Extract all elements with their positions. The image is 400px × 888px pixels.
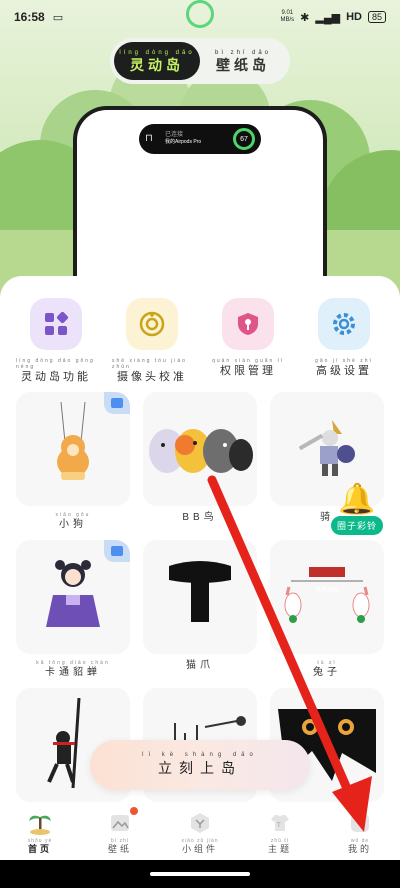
theme-artwork [145, 417, 255, 482]
status-time: 16:58 [14, 10, 45, 24]
island-subtitle: 我的Airpods Pro [165, 139, 202, 145]
theme-card[interactable] [16, 540, 130, 654]
home-indicator[interactable] [150, 872, 250, 876]
dynamic-island-preview: ⊓ 已连接 我的Airpods Pro 67 [139, 124, 261, 154]
video-badge-icon [104, 540, 130, 562]
apply-island-button[interactable]: lì kè shàng dǎo 立刻上岛 [90, 740, 310, 790]
mode-toggle: líng dòng dǎo 灵动岛 bì zhǐ dǎo 壁纸岛 [110, 38, 290, 84]
gear-icon [318, 298, 370, 350]
feature-label: 高级设置 [316, 365, 372, 377]
theme-card[interactable]: 恭喜发财 [270, 540, 384, 654]
feature-1[interactable]: shè xiàng tóu jiào zhǔn 摄像头校准 [112, 298, 192, 384]
tab-label: 主题 [267, 844, 292, 854]
theme-pinyin: xiǎo gǒu [55, 512, 91, 518]
feature-2[interactable]: quán xiàn guǎn lǐ 权限管理 [208, 298, 288, 384]
network-speed: 9.01 MB/s [280, 10, 294, 24]
feature-row: líng dòng dǎo gōng néng 灵动岛功能 shè xiàng tó… [0, 276, 400, 384]
tab-label: 首页 [27, 844, 52, 854]
theme-item[interactable]: 恭喜发财 tù zǐ 兔子 [270, 540, 384, 688]
feature-3[interactable]: gāo jí shè zhì 高级设置 [304, 298, 384, 384]
shirt-icon: T [265, 810, 295, 836]
palm-tree-icon [25, 810, 55, 836]
profile-icon [345, 810, 375, 836]
island-title: 已连接 [165, 132, 184, 138]
camera-cutout [186, 0, 214, 28]
tab-widget[interactable]: xiǎo zǔ jiàn 小组件 [165, 810, 235, 854]
tab-wallpaper-island[interactable]: bì zhǐ dǎo 壁纸岛 [200, 42, 286, 80]
feature-pinyin: líng dòng dǎo gōng néng [16, 358, 95, 370]
tab-pinyin: bì zhǐ dǎo [214, 50, 272, 56]
tab-label: 壁纸 [107, 844, 132, 854]
theme-item[interactable]: kǎ tōng diāo chán 卡通貂蝉 [16, 540, 130, 688]
widget-icon [185, 810, 215, 836]
theme-item[interactable]: BB鸟 [143, 392, 257, 540]
svg-text:T: T [277, 823, 281, 829]
airpods-icon: ⊓ [145, 133, 153, 144]
tab-label: 壁纸岛 [216, 57, 270, 73]
battery-ring: 67 [233, 128, 255, 150]
theme-artwork [38, 555, 108, 640]
theme-item[interactable]: xiǎo gǒu 小狗 [16, 392, 130, 540]
theme-pinyin: tù zǐ [317, 660, 337, 666]
theme-label: 兔子 [313, 667, 341, 678]
cta-label: 立刻上岛 [158, 760, 242, 776]
feature-label: 灵动岛功能 [21, 371, 91, 383]
grid-icon [30, 298, 82, 350]
theme-card[interactable] [143, 540, 257, 654]
theme-card[interactable] [16, 392, 130, 506]
theme-artwork [292, 412, 362, 487]
network-type: HD [346, 11, 362, 23]
tab-label: 小组件 [181, 844, 218, 854]
theme-artwork [277, 565, 377, 630]
tab-dynamic-island[interactable]: líng dòng dǎo 灵动岛 [114, 42, 200, 80]
bottom-tab-bar: shǒu yè 首页 bì zhǐ 壁纸 xiǎo zǔ jiàn 小组件 Tzhǔ tí 主… [0, 804, 400, 860]
feature-label: 权限管理 [220, 365, 276, 377]
notification-dot [130, 807, 138, 815]
tab-pinyin: líng dòng dǎo [119, 50, 195, 56]
bluetooth-icon: ✱ [300, 11, 310, 24]
camera-target-icon [126, 298, 178, 350]
feature-0[interactable]: líng dòng dǎo gōng néng 灵动岛功能 [16, 298, 96, 384]
ringtone-float-button[interactable]: 🔔 圈子彩铃 [326, 480, 388, 546]
theme-card[interactable] [143, 392, 257, 506]
tab-profile[interactable]: wǒ de 我的 [325, 810, 395, 854]
battery-indicator: 85 [367, 11, 386, 23]
video-badge-icon [104, 392, 130, 414]
bell-icon: 🔔 [338, 483, 376, 516]
notification-icon: ▭ [52, 11, 64, 24]
shield-key-icon [222, 298, 274, 350]
tab-label: 我的 [347, 844, 372, 854]
network-speed-unit: MB/s [280, 17, 295, 23]
theme-label: 猫爪 [186, 660, 214, 671]
ringtone-float-label: 圈子彩铃 [330, 516, 383, 535]
feature-label: 摄像头校准 [117, 371, 187, 383]
theme-artwork [165, 560, 235, 635]
phone-preview: ⊓ 已连接 我的Airpods Pro 67 [73, 106, 327, 296]
theme-label: 卡通貂蝉 [45, 667, 101, 678]
theme-item[interactable]: 猫爪 [143, 540, 257, 688]
theme-banner-sign: 恭喜发财 [314, 588, 339, 594]
wallpaper-icon [105, 807, 138, 836]
tab-label: 灵动岛 [130, 57, 184, 73]
theme-pinyin: kǎ tōng diāo chán [36, 660, 110, 666]
island-text: 已连接 我的Airpods Pro [165, 132, 201, 146]
theme-artwork [43, 401, 103, 497]
network-speed-value: 9.01 [281, 10, 294, 16]
theme-label: 小狗 [59, 519, 87, 530]
tab-shirt[interactable]: Tzhǔ tí 主题 [245, 810, 315, 854]
tab-palm-tree[interactable]: shǒu yè 首页 [5, 810, 75, 854]
feature-pinyin: shè xiàng tóu jiào zhǔn [112, 358, 187, 370]
theme-label: BB鸟 [182, 512, 218, 523]
signal-icon: ▂▄▆ [315, 11, 341, 24]
tab-wallpaper[interactable]: bì zhǐ 壁纸 [85, 807, 155, 854]
